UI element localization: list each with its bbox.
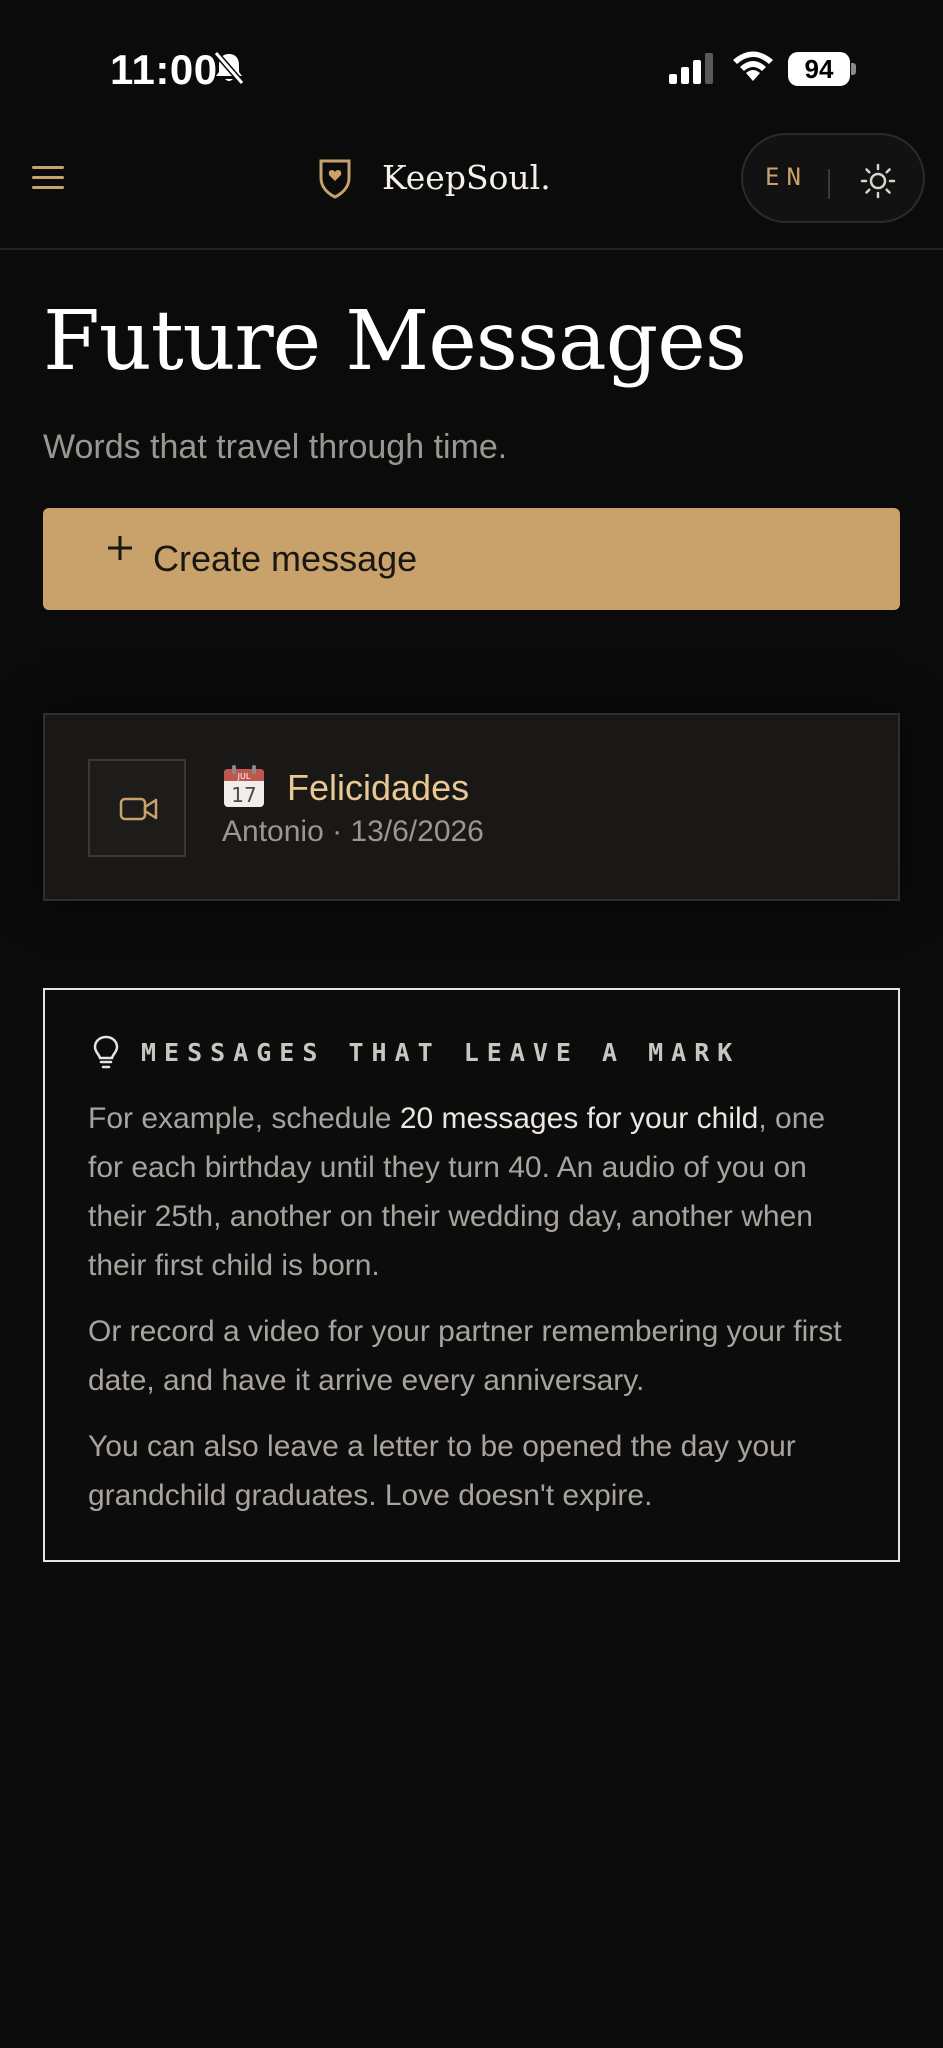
message-title: Felicidades bbox=[287, 767, 470, 808]
create-message-label: Create message bbox=[153, 538, 418, 579]
battery-indicator: 94 bbox=[788, 52, 856, 86]
bell-muted-icon bbox=[213, 51, 245, 85]
sun-icon[interactable] bbox=[860, 163, 896, 199]
create-message-button[interactable]: Create message bbox=[43, 508, 900, 610]
info-box: MESSAGES THAT LEAVE A MARK For example, … bbox=[43, 988, 900, 1562]
video-camera-icon bbox=[119, 797, 158, 821]
status-time: 11:00 bbox=[110, 46, 218, 93]
info-paragraph-1: For example, schedule 20 messages for yo… bbox=[88, 1102, 826, 1282]
info-heading: MESSAGES THAT LEAVE A MARK bbox=[141, 1038, 741, 1067]
lightbulb-icon bbox=[93, 1035, 119, 1069]
language-switch[interactable]: EN bbox=[765, 163, 808, 191]
status-bar: 11:00 94 bbox=[0, 0, 943, 120]
calendar-day: 17 bbox=[231, 783, 256, 807]
battery-level: 94 bbox=[804, 54, 834, 84]
app-header: KeepSoul. EN bbox=[0, 120, 943, 250]
shield-heart-logo-icon[interactable] bbox=[315, 156, 355, 200]
info-paragraph-3: You can also leave a letter to be opened… bbox=[88, 1430, 796, 1512]
language-theme-toggle: EN bbox=[741, 133, 925, 223]
calendar-month: JUL bbox=[237, 772, 251, 781]
hamburger-menu-icon[interactable] bbox=[30, 160, 66, 196]
message-type-thumbnail bbox=[88, 759, 186, 857]
divider bbox=[828, 169, 830, 199]
info-paragraph-2: Or record a video for your partner remem… bbox=[88, 1315, 842, 1397]
plus-icon bbox=[108, 536, 132, 560]
page-subtitle: Words that travel through time. bbox=[43, 428, 508, 466]
calendar-icon: JUL 17 bbox=[224, 765, 264, 807]
brand-name[interactable]: KeepSoul. bbox=[382, 158, 551, 197]
info-highlight: 20 messages for your child bbox=[399, 1102, 759, 1135]
wifi-icon bbox=[733, 51, 773, 81]
page-title: Future Messages bbox=[43, 294, 747, 389]
cellular-signal-icon bbox=[669, 53, 713, 84]
message-card[interactable]: JUL 17 Felicidades Antonio · 13/6/2026 bbox=[43, 713, 900, 901]
message-meta: Antonio · 13/6/2026 bbox=[222, 815, 484, 848]
